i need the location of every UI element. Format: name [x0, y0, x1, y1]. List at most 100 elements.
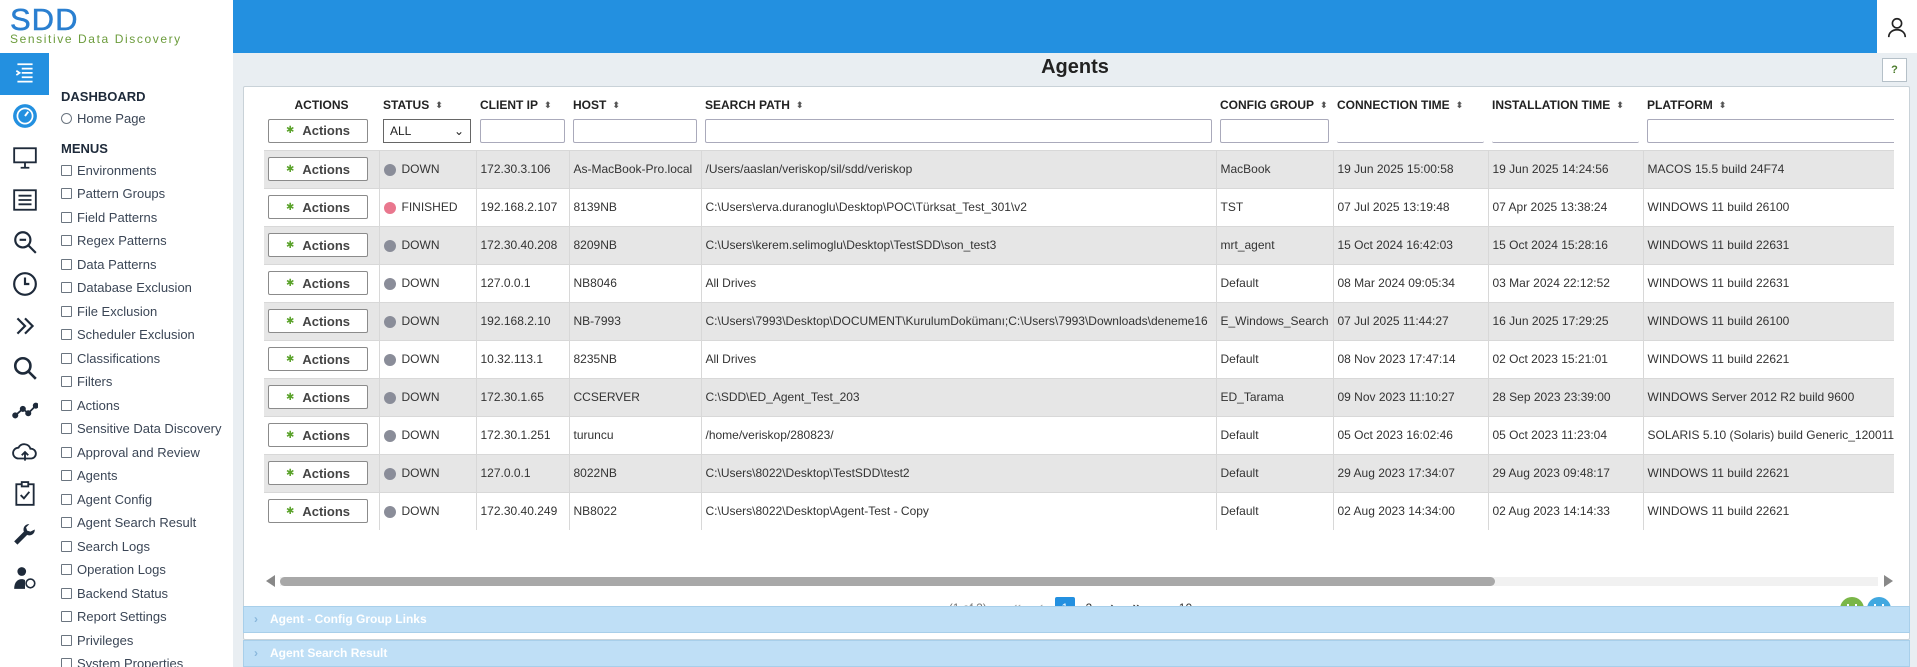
sidebar-item-classifications[interactable]: Classifications	[61, 347, 233, 371]
row-actions-button[interactable]: ✱ Actions	[268, 195, 368, 219]
sidebar-item-environments[interactable]: Environments	[61, 159, 233, 183]
table-row[interactable]: ✱ Actions DOWN 172.30.40.249 NB8022 C:\Users\…	[264, 491, 1894, 530]
table-row[interactable]: ✱ Actions DOWN 127.0.0.1 8022NB C:\Users\8022…	[264, 453, 1894, 492]
sidebar-item-agent-search-result[interactable]: Agent Search Result	[61, 511, 233, 535]
sort-icon[interactable]: ⬍	[435, 100, 443, 111]
column-header-search-path[interactable]: SEARCH PATH ⬍	[701, 87, 1216, 112]
sidebar-item-data-patterns[interactable]: Data Patterns	[61, 253, 233, 277]
sidebar-item-pattern-groups[interactable]: Pattern Groups	[61, 182, 233, 206]
installation-time-filter-input[interactable]	[1492, 118, 1639, 143]
sidebar-item-report-settings[interactable]: Report Settings	[61, 605, 233, 629]
table-row[interactable]: ✱ Actions DOWN 172.30.40.208 8209NB C:\Users\…	[264, 225, 1894, 264]
user-button[interactable]	[1877, 0, 1917, 53]
sidebar-item-database-exclusion[interactable]: Database Exclusion	[61, 276, 233, 300]
sort-icon[interactable]: ⬍	[1320, 100, 1328, 111]
actions-label: Actions	[302, 465, 351, 481]
table-row[interactable]: ✱ Actions DOWN 172.30.1.65 CCSERVER C:\SDD\ED…	[264, 377, 1894, 416]
rail-lists[interactable]	[0, 179, 49, 221]
scroll-thumb[interactable]	[280, 577, 1495, 586]
rail-search-zoom[interactable]	[0, 221, 49, 263]
row-actions-button[interactable]: ✱ Actions	[268, 461, 368, 485]
search-path-filter-input[interactable]	[705, 118, 1212, 143]
platform-filter-input[interactable]	[1647, 118, 1894, 143]
sidebar-item-backend-status[interactable]: Backend Status	[61, 582, 233, 606]
rail-environments[interactable]	[0, 137, 49, 179]
actions-cell: ✱ Actions	[264, 301, 380, 340]
table-row[interactable]: ✱ Actions DOWN 127.0.0.1 NB8046 All Drives Def…	[264, 263, 1894, 302]
sidebar-item-regex-patterns[interactable]: Regex Patterns	[61, 229, 233, 253]
sidebar-item-home[interactable]: Home Page	[61, 107, 233, 131]
rail-dashboard[interactable]	[0, 95, 49, 137]
sort-icon[interactable]: ⬍	[796, 100, 804, 111]
sidebar-item-privileges[interactable]: Privileges	[61, 629, 233, 653]
sidebar-item-actions[interactable]: Actions	[61, 394, 233, 418]
connection-time-filter-input[interactable]	[1337, 118, 1484, 143]
column-header-config-group[interactable]: CONFIG GROUP ⬍	[1216, 87, 1333, 112]
table-row[interactable]: ✱ Actions DOWN 192.168.2.10 NB-7993 C:\Users\…	[264, 301, 1894, 340]
rail-network[interactable]	[0, 389, 49, 431]
table-row[interactable]: ✱ Actions DOWN 172.30.3.106 As-MacBook-Pro.l…	[264, 149, 1894, 188]
menu-toggle-button[interactable]	[0, 53, 49, 95]
accordion-config-group-links[interactable]: › Agent - Config Group Links	[243, 606, 1910, 633]
sidebar-item-search-logs[interactable]: Search Logs	[61, 535, 233, 559]
rail-scheduler[interactable]	[0, 263, 49, 305]
rail-cloud-upload[interactable]	[0, 431, 49, 473]
row-actions-button[interactable]: ✱ Actions	[268, 423, 368, 447]
sidebar-item-field-patterns[interactable]: Field Patterns	[61, 206, 233, 230]
group-cell: MacBook	[1216, 149, 1334, 188]
sidebar-item-scheduler-exclusion[interactable]: Scheduler Exclusion	[61, 323, 233, 347]
sort-icon[interactable]: ⬍	[612, 100, 620, 111]
sort-icon[interactable]: ⬍	[544, 100, 552, 111]
status-filter-select[interactable]: ALL ⌄	[383, 118, 471, 143]
sidebar-item-approval-and-review[interactable]: Approval and Review	[61, 441, 233, 465]
rail-actions[interactable]	[0, 305, 49, 347]
config-group-filter-input[interactable]	[1220, 118, 1329, 143]
horizontal-scrollbar[interactable]	[264, 573, 1894, 589]
row-actions-button[interactable]: ✱ Actions	[268, 499, 368, 524]
host-filter-input[interactable]	[573, 118, 697, 143]
sidebar-item-agent-config[interactable]: Agent Config	[61, 488, 233, 512]
table-row[interactable]: ✱ Actions DOWN 172.30.1.251 turuncu/home/ver…	[264, 415, 1894, 454]
sort-icon[interactable]: ⬍	[1719, 100, 1727, 111]
column-header-client-ip[interactable]: CLIENT IP ⬍	[476, 87, 569, 112]
group-cell: Default	[1216, 491, 1334, 530]
sidebar-item-operation-logs[interactable]: Operation Logs	[61, 558, 233, 582]
sidebar-item-filters[interactable]: Filters	[61, 370, 233, 394]
column-header-installation-time[interactable]: INSTALLATION TIME ⬍	[1488, 87, 1643, 112]
row-actions-button[interactable]: ✱ Actions	[268, 347, 368, 371]
column-header-status[interactable]: STATUS ⬍	[379, 87, 476, 112]
rail-tasks[interactable]	[0, 473, 49, 515]
row-actions-button[interactable]: ✱ Actions	[268, 233, 368, 257]
status-cell: DOWN	[379, 453, 477, 492]
sidebar-item-file-exclusion[interactable]: File Exclusion	[61, 300, 233, 324]
accordion-agent-search-result[interactable]: › Agent Search Result	[243, 640, 1910, 667]
row-actions-button[interactable]: ✱ Actions	[268, 157, 368, 181]
actions-label: Actions	[302, 389, 351, 405]
column-header-connection-time[interactable]: CONNECTION TIME ⬍	[1333, 87, 1488, 112]
table-row[interactable]: ✱ Actions FINISHED 192.168.2.107 8139NB C:\Us…	[264, 187, 1894, 226]
sidebar-item-sensitive-data-discovery[interactable]: Sensitive Data Discovery	[61, 417, 233, 441]
rail-user-settings[interactable]	[0, 557, 49, 599]
row-actions-button[interactable]: ✱ Actions	[268, 271, 368, 295]
help-button[interactable]: ?	[1882, 58, 1907, 82]
client-ip-filter-input[interactable]	[480, 118, 565, 143]
sidebar-item-system-properties[interactable]: System Properties	[61, 652, 233, 667]
column-header-label: INSTALLATION TIME	[1492, 98, 1611, 112]
sidebar-item-agents[interactable]: Agents	[61, 464, 233, 488]
rail-tools[interactable]	[0, 515, 49, 557]
table-row[interactable]: ✱ Actions DOWN 10.32.113.1 8235NB All Drives D…	[264, 339, 1894, 378]
gear-icon: ✱	[285, 277, 295, 289]
rail-discovery[interactable]	[0, 347, 49, 389]
actions-cell: ✱ Actions	[264, 339, 380, 378]
header-actions-button[interactable]: ✱ Actions	[268, 118, 368, 143]
row-actions-button[interactable]: ✱ Actions	[268, 385, 368, 409]
column-header-platform[interactable]: PLATFORM ⬍	[1643, 87, 1894, 112]
sort-icon[interactable]: ⬍	[1616, 100, 1624, 111]
scroll-right-icon[interactable]	[1884, 575, 1893, 587]
sort-icon[interactable]: ⬍	[1456, 100, 1464, 111]
row-actions-button[interactable]: ✱ Actions	[268, 309, 368, 333]
scroll-left-icon[interactable]	[266, 575, 275, 587]
column-header-host[interactable]: HOST ⬍	[569, 87, 701, 112]
status-cell: DOWN	[379, 301, 477, 340]
filter-platform-cell	[1643, 112, 1894, 150]
